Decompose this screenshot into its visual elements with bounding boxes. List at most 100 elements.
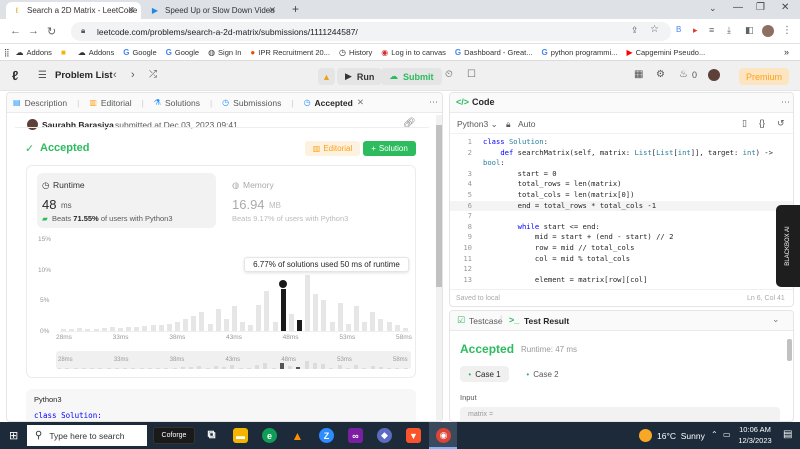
prev-problem-icon[interactable]: ‹ [113,69,117,81]
fire-icon[interactable]: ♨ [679,69,688,80]
code-line[interactable]: 8 while start <= end: [450,222,793,233]
notes-icon[interactable]: ☐ [467,69,476,80]
chart-bar[interactable] [240,321,246,331]
new-tab-button[interactable]: + [292,2,299,16]
bookmark-item[interactable]: ◉ Log in to canvas [381,48,446,57]
code-line[interactable]: 4 total_rows = len(matrix) [450,179,793,190]
settings-icon[interactable]: ⚙ [656,69,665,80]
chart-bar[interactable] [256,304,262,331]
chart-bar[interactable] [394,324,400,331]
browser-tab-leetcode[interactable]: ℓ Search a 2D Matrix - LeetCode ✕ [6,2,141,19]
visual-studio-icon[interactable]: ∞ [348,428,363,443]
close-window-icon[interactable]: ✕ [781,2,789,13]
chart-bar[interactable] [174,321,180,331]
chart-bar[interactable] [386,321,392,331]
chart-bar[interactable] [272,321,278,331]
apps-grid-icon[interactable]: ⣿ [4,48,10,57]
tab-editorial[interactable]: ▥ Editorial [89,98,131,108]
back-icon[interactable]: ← [10,25,21,37]
minimize-icon[interactable]: — [733,2,743,13]
submitter-name[interactable]: Saurabh Barasiya [42,120,114,130]
debug-icon[interactable]: ▲ [318,68,335,85]
chart-bar[interactable] [199,312,205,331]
editorial-button[interactable]: ▥ Editorial [305,141,360,156]
reading-list-icon[interactable]: ≡ [709,25,714,35]
bookmark-icon[interactable]: ▯ [742,118,747,129]
bookmark-item[interactable]: ● IPR Recruitment 20... [250,48,330,57]
user-avatar[interactable] [708,69,720,81]
reset-icon[interactable]: ↺ [777,118,785,129]
bookmark-item[interactable]: G Google [123,48,156,57]
bookmark-item[interactable]: ☁ Addons [78,48,114,57]
notifications-icon[interactable]: ▤ [783,429,792,440]
task-view-icon[interactable]: ⧉ [204,428,219,443]
close-tab-icon[interactable]: ✕ [127,5,135,16]
tab-testcase[interactable]: Testcase [469,316,503,326]
code-line[interactable]: 11 col = mid % total_cols [450,254,793,265]
chart-bar[interactable] [378,318,384,331]
taskbar-search[interactable]: ⚲ Type here to search [27,425,147,446]
chrome-taskbar-active[interactable]: ◉ [429,422,457,449]
code-line[interactable]: 10 row = mid // total_cols [450,243,793,254]
tab-solutions[interactable]: ⚗ Solutions [154,98,200,108]
bookmark-item[interactable]: Gpython programmi... [542,48,618,57]
chart-bar[interactable] [150,325,156,331]
bookmark-item[interactable]: ◍ Sign In [208,48,241,57]
clock-time[interactable]: 10:06 AM [736,425,774,434]
bookmark-item[interactable]: ☁ Addons [16,48,52,57]
extension-icon[interactable]: ▸ [693,25,698,36]
code-line[interactable]: bool: [450,158,793,169]
tab-description[interactable]: ▤ Description [13,98,67,108]
code-line[interactable]: 1 class Solution: [450,137,793,148]
profile-avatar[interactable] [762,25,774,37]
code-line[interactable]: 7 [450,211,793,222]
bookmark-item[interactable]: ◷ History [339,48,372,57]
chart-bar[interactable] [69,328,75,331]
chart-bar[interactable] [345,323,351,331]
case-2-tab[interactable]: • Case 2 [518,366,567,382]
solution-button[interactable]: + Solution [363,141,416,156]
runtime-box[interactable]: ◷ Runtime 48 ms ▰ Beats 71.55% of users … [37,173,216,228]
problem-list-link[interactable]: Problem List [55,70,113,81]
list-icon[interactable]: ☰ [38,70,47,81]
chart-bar[interactable] [337,303,343,331]
clock-date[interactable]: 12/3/2023 [736,436,774,445]
chart-bar[interactable] [85,329,91,331]
panel-more-icon[interactable]: ⋯ [781,97,790,108]
tab-submissions[interactable]: ◷ Submissions [222,98,281,108]
leetcode-logo-icon[interactable]: ℓ [12,68,18,83]
browser-menu-icon[interactable]: ⋮ [782,25,792,36]
chart-bar[interactable] [264,290,270,331]
scrollbar-track[interactable] [436,115,442,420]
chart-bar[interactable] [183,318,189,331]
tab-search-icon[interactable]: ⌄ [709,3,717,14]
format-code-icon[interactable]: {} [759,118,765,128]
bookmark-star-icon[interactable]: ☆ [650,24,659,35]
edge-icon[interactable]: e [262,428,277,443]
chart-bar[interactable] [231,306,237,331]
close-tab-icon[interactable]: ✕ [268,5,276,16]
submit-button[interactable]: ☁ Submit [381,68,442,85]
language-select[interactable]: Python3 ⌄ [457,119,498,130]
run-button[interactable]: ▶ Run [337,68,383,85]
panel-more-icon[interactable]: ⋯ [429,97,438,108]
shuffle-icon[interactable]: ⤮ [149,69,157,80]
vlc-icon[interactable]: ▲ [290,428,305,443]
zoom-icon[interactable]: Z [319,428,334,443]
file-explorer-icon[interactable]: ▬ [233,428,248,443]
network-icon[interactable]: ▭ [723,430,731,439]
tab-test-result[interactable]: Test Result [524,316,569,326]
scrollbar-thumb[interactable] [787,339,792,361]
extension-b-icon[interactable]: B [676,25,681,34]
weather-text[interactable]: 16°C Sunny [657,431,705,441]
tray-chevron-icon[interactable]: ⌃ [711,430,718,439]
chart-bar[interactable] [134,327,140,331]
chart-bar[interactable] [248,324,254,331]
maximize-icon[interactable]: ❐ [756,2,765,13]
chart-bar[interactable] [61,329,66,331]
timer-icon[interactable]: ⏲ [445,69,453,80]
next-problem-icon[interactable]: › [131,69,135,81]
chart-bar[interactable] [158,324,164,331]
windows-start-icon[interactable]: ⊞ [9,429,18,442]
reload-icon[interactable]: ↻ [47,25,56,38]
